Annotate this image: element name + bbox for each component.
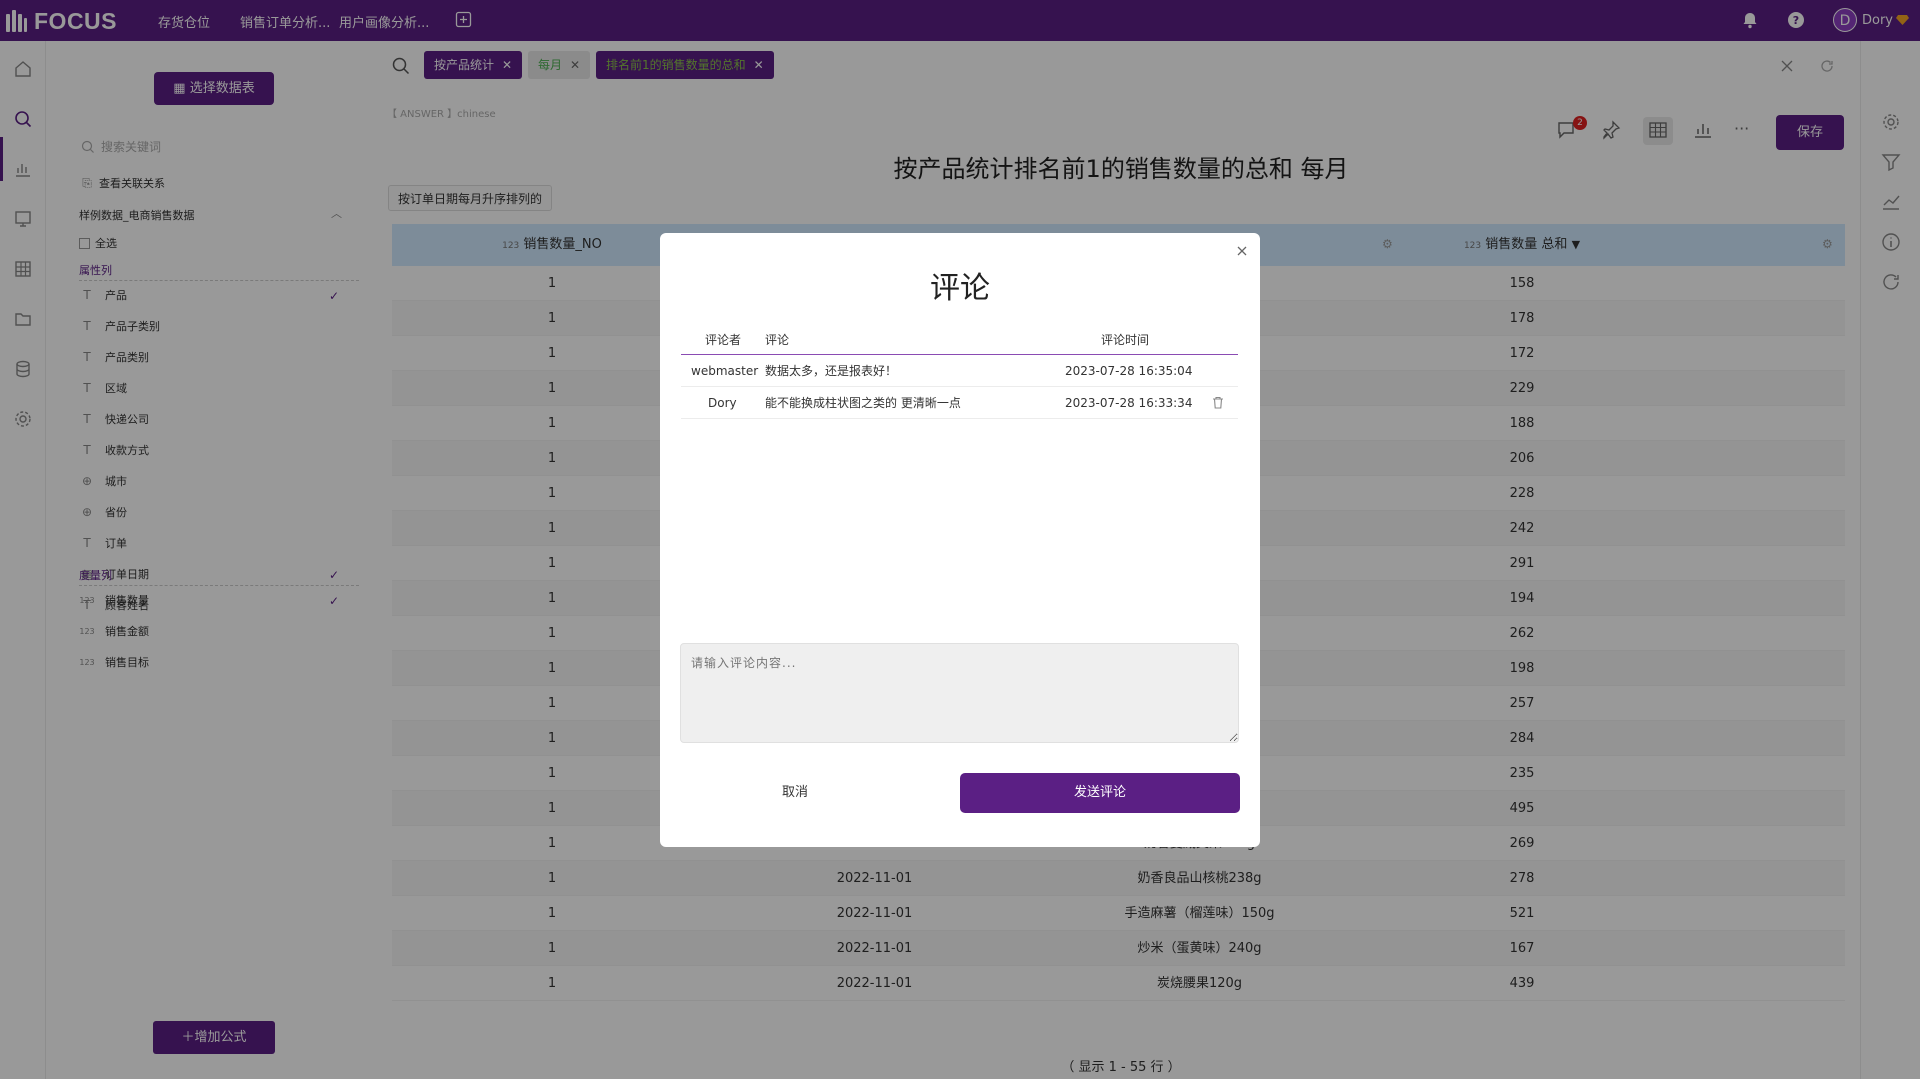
send-comment-button[interactable]: 发送评论 [960, 773, 1240, 813]
comment-row: Dory 能不能换成柱状图之类的 更清晰一点 2023-07-28 16:33:… [681, 387, 1238, 419]
comment-table: 评论者 评论 评论时间 webmaster 数据太多，还是报表好！ 2023-0… [681, 325, 1238, 419]
close-icon[interactable] [1234, 243, 1250, 259]
comment-text: 能不能换成柱状图之类的 更清晰一点 [765, 396, 961, 410]
comment-row: webmaster 数据太多，还是报表好！ 2023-07-28 16:35:0… [681, 355, 1238, 387]
header-comment: 评论 [765, 333, 790, 347]
comment-table-header: 评论者 评论 评论时间 [681, 325, 1238, 355]
trash-icon[interactable] [1212, 396, 1224, 409]
comment-dialog: 评论 评论者 评论 评论时间 webmaster 数据太多，还是报表好！ 202… [660, 233, 1260, 847]
header-author: 评论者 [705, 333, 742, 347]
comment-author: webmaster [691, 364, 759, 378]
comment-time: 2023-07-28 16:35:04 [1065, 364, 1193, 378]
header-time: 评论时间 [1101, 333, 1150, 347]
comment-text: 数据太多，还是报表好！ [765, 364, 898, 378]
comment-input[interactable] [680, 643, 1239, 743]
cancel-button[interactable]: 取消 [680, 773, 910, 813]
comment-author: Dory [708, 396, 737, 410]
dialog-title: 评论 [930, 271, 990, 306]
comment-time: 2023-07-28 16:33:34 [1065, 396, 1193, 410]
